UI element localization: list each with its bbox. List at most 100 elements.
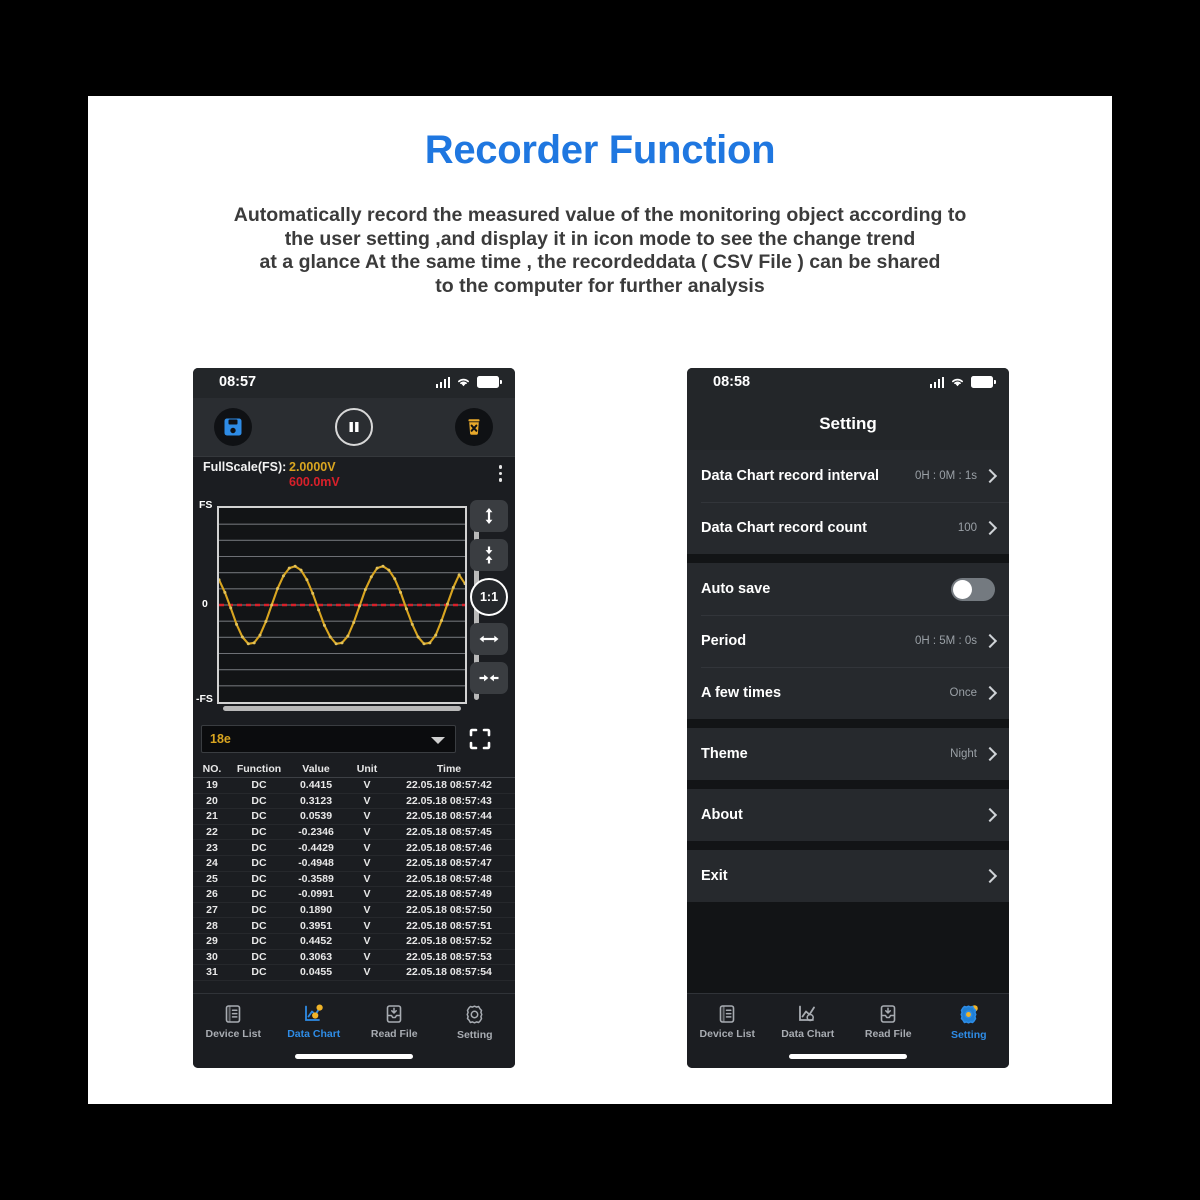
setting-value-group: 0H : 5M : 0s [915,633,998,649]
table-cell-val: 0.0455 [299,966,333,979]
table-row[interactable]: 25 DC -0.3589 V 22.05.18 08:57:48 [193,872,515,888]
setting-row-about[interactable]: About [687,789,1009,841]
table-row[interactable]: 23 DC -0.4429 V 22.05.18 08:57:46 [193,840,515,856]
delete-button[interactable] [455,408,493,446]
table-row[interactable]: 19 DC 0.4415 V 22.05.18 08:57:42 [193,778,515,794]
phone-screenshot-data-chart: 08:57 FullScale(FS): 2.0000V 600.0mV FS … [193,368,515,1068]
table-header-row: NO. Function Value Unit Time [193,760,515,778]
table-cell-time: 22.05.18 08:57:47 [406,857,492,870]
axis-label-top: FS [199,499,213,511]
col-header-time: Time [436,762,462,775]
arrows-horizontal-in-icon [479,674,499,682]
table-cell-unit: V [363,857,371,870]
signal-bars-icon [929,376,944,388]
nav-item-data-chart[interactable]: Data Chart [274,994,355,1050]
nav-item-data-chart[interactable]: Data Chart [768,994,849,1050]
chevron-right-icon [982,633,998,649]
table-row[interactable]: 21 DC 0.0539 V 22.05.18 08:57:44 [193,809,515,825]
table-cell-fn: DC [251,935,267,948]
table-body: 19 DC 0.4415 V 22.05.18 08:57:42 20 DC 0.3123 V 2… [193,778,515,981]
table-row[interactable]: 29 DC 0.4452 V 22.05.18 08:57:52 [193,934,515,950]
waveform-plot[interactable] [217,506,467,704]
setting-row-a-few-times[interactable]: A few times Once [687,667,1009,719]
settings-empty-space [687,902,1009,998]
table-row[interactable]: 24 DC -0.4948 V 22.05.18 08:57:47 [193,856,515,872]
gear-icon [960,1004,979,1024]
setting-row-period[interactable]: Period 0H : 5M : 0s [687,615,1009,667]
table-row[interactable]: 20 DC 0.3123 V 22.05.18 08:57:43 [193,794,515,810]
table-cell-time: 22.05.18 08:57:52 [406,935,492,948]
save-button[interactable] [214,408,252,446]
setting-value-group: 0H : 0M : 1s [915,468,998,484]
setting-row-exit[interactable]: Exit [687,850,1009,902]
battery-icon [971,376,996,388]
nav-item-label: Read File [370,1028,418,1040]
table-cell-fn: DC [251,966,267,979]
signal-bars-icon [435,376,450,388]
channel-dropdown[interactable]: 18e [201,725,456,753]
setting-row-data-chart-record-interval[interactable]: Data Chart record interval 0H : 0M : 1s [687,450,1009,502]
table-cell-time: 22.05.18 08:57:45 [406,826,492,839]
nav-item-label: Setting [950,1028,987,1041]
arrows-vertical-in-icon [485,546,493,564]
setting-label: Data Chart record count [701,520,867,536]
table-cell-unit: V [363,919,371,932]
arrows-vertical-out-icon [485,508,493,524]
nav-item-setting[interactable]: Setting [929,994,1010,1050]
table-cell-val: 0.4415 [299,779,333,792]
axis-label-bottom: -FS [196,693,213,705]
setting-row-theme[interactable]: Theme Night [687,728,1009,780]
settings-group: Auto save Period 0H : 5M : 0s A few times On… [687,563,1009,719]
table-cell-time: 22.05.18 08:57:46 [406,841,492,854]
col-header-function: Function [236,762,282,775]
records-table: NO. Function Value Unit Time 19 DC 0.4415 V… [193,760,515,981]
kebab-menu-icon[interactable] [498,465,502,482]
nav-item-label: Read File [864,1028,912,1040]
collapse-vertical-icon[interactable] [470,539,508,571]
setting-label: Auto save [701,581,771,597]
device-list-icon [225,1005,241,1023]
col-header-unit: Unit [356,762,378,775]
table-row[interactable]: 28 DC 0.3951 V 22.05.18 08:57:51 [193,918,515,934]
table-cell-no: 25 [206,872,218,885]
table-cell-unit: V [363,826,371,839]
table-cell-no: 22 [206,826,218,839]
collapse-horizontal-icon[interactable] [470,662,508,694]
setting-label: Exit [701,868,728,884]
table-cell-unit: V [363,966,371,979]
table-cell-time: 22.05.18 08:57:49 [406,888,492,901]
phone-screenshot-setting: 08:58 Setting Data Chart record interval… [687,368,1009,1068]
expand-vertical-icon[interactable] [470,500,508,532]
table-row[interactable]: 27 DC 0.1890 V 22.05.18 08:57:50 [193,903,515,919]
setting-value: 0H : 0M : 1s [915,470,977,482]
settings-group: Exit [687,850,1009,902]
table-row[interactable]: 31 DC 0.0455 V 22.05.18 08:57:54 [193,965,515,981]
nav-item-read-file[interactable]: Read File [354,994,435,1050]
setting-row-data-chart-record-count[interactable]: Data Chart record count 100 [687,502,1009,554]
nav-item-label: Device List [699,1028,755,1040]
home-indicator [295,1054,413,1059]
status-bar: 08:58 [687,368,1009,398]
arrows-horizontal-out-icon [479,635,499,643]
nav-item-setting[interactable]: Setting [435,994,516,1050]
reset-ratio-button[interactable]: 1:1 [470,578,508,616]
table-cell-fn: DC [251,779,267,792]
pause-button[interactable] [335,408,373,446]
table-row[interactable]: 26 DC -0.0991 V 22.05.18 08:57:49 [193,887,515,903]
table-row[interactable]: 22 DC -0.2346 V 22.05.18 08:57:45 [193,825,515,841]
horizontal-scrollbar[interactable] [223,706,461,711]
setting-label: Data Chart record interval [701,468,880,484]
settings-list: Data Chart record interval 0H : 0M : 1s Da… [687,450,1009,998]
table-row[interactable]: 30 DC 0.3063 V 22.05.18 08:57:53 [193,950,515,966]
expand-horizontal-icon[interactable] [470,623,508,655]
nav-item-device-list[interactable]: Device List [193,994,274,1050]
fullscreen-icon[interactable] [469,728,491,750]
nav-item-read-file[interactable]: Read File [848,994,929,1050]
pause-icon [349,422,359,432]
setting-row-auto-save[interactable]: Auto save [687,563,1009,615]
gear-icon [466,1004,483,1024]
col-header-value: Value [302,762,330,775]
auto-save-toggle[interactable] [951,577,995,601]
delete-icon [468,419,480,435]
nav-item-device-list[interactable]: Device List [687,994,768,1050]
